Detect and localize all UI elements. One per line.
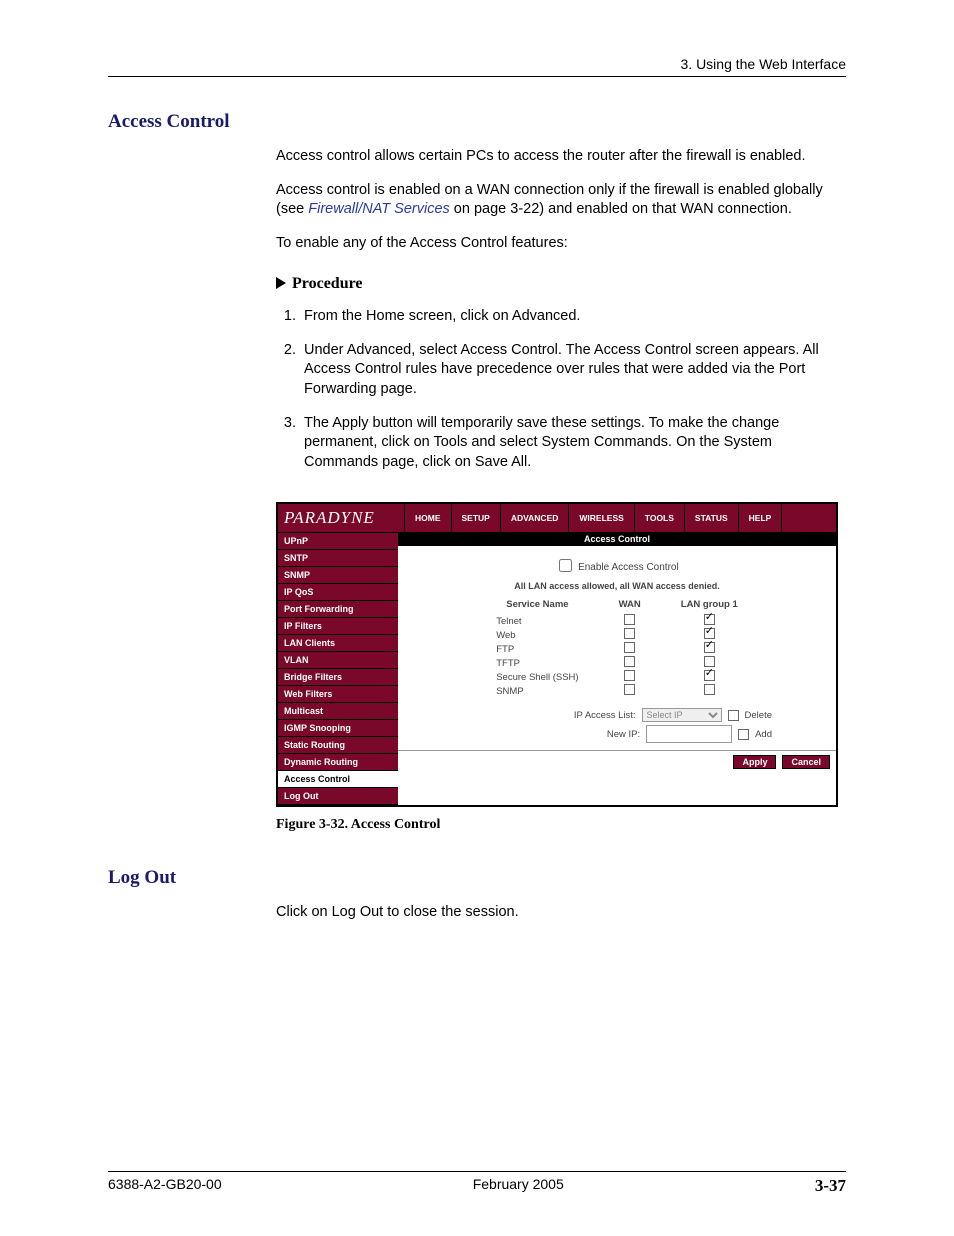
sidebar-item-web-filters[interactable]: Web Filters	[278, 685, 398, 702]
service-access-table: Service Name WAN LAN group 1 Telnet Web …	[476, 599, 758, 698]
text: on page 3-22) and enabled on that WAN co…	[450, 201, 792, 217]
service-name: Web	[476, 628, 598, 642]
brand-logo: PARADYNE	[278, 508, 404, 528]
step: Under Advanced, select Access Control. T…	[300, 341, 846, 400]
step: From the Home screen, click on Advanced.	[300, 307, 846, 327]
nav-tab-setup[interactable]: SETUP	[451, 504, 500, 532]
service-name: Secure Shell (SSH)	[476, 670, 598, 684]
top-nav-tabs: HOME SETUP ADVANCED WIRELESS TOOLS STATU…	[404, 504, 836, 532]
service-name: SNMP	[476, 684, 598, 698]
sidebar-nav: UPnP SNTP SNMP IP QoS Port Forwarding IP…	[278, 532, 398, 805]
table-row: Web	[476, 628, 758, 642]
table-row: FTP	[476, 642, 758, 656]
lan-checkbox[interactable]	[704, 656, 715, 667]
page-number: 3-37	[815, 1176, 846, 1196]
sidebar-item-static-routing[interactable]: Static Routing	[278, 736, 398, 753]
cancel-button[interactable]: Cancel	[782, 755, 830, 769]
lan-checkbox[interactable]	[704, 642, 715, 653]
section-heading-access-control: Access Control	[108, 111, 846, 133]
nav-tab-advanced[interactable]: ADVANCED	[500, 504, 569, 532]
figure-screenshot: PARADYNE HOME SETUP ADVANCED WIRELESS TO…	[276, 502, 838, 807]
sidebar-item-ip-filters[interactable]: IP Filters	[278, 617, 398, 634]
arrow-right-icon	[276, 277, 286, 289]
table-row: Telnet	[476, 614, 758, 628]
sidebar-item-igmp-snooping[interactable]: IGMP Snooping	[278, 719, 398, 736]
wan-checkbox[interactable]	[624, 684, 635, 695]
table-row: SNMP	[476, 684, 758, 698]
service-name: Telnet	[476, 614, 598, 628]
doc-date: February 2005	[473, 1176, 564, 1196]
lan-checkbox[interactable]	[704, 684, 715, 695]
nav-tab-home[interactable]: HOME	[404, 504, 451, 532]
paragraph: To enable any of the Access Control feat…	[276, 234, 846, 254]
sidebar-item-access-control[interactable]: Access Control	[278, 770, 398, 787]
crossref-link[interactable]: Firewall/NAT Services	[308, 201, 450, 217]
service-name: FTP	[476, 642, 598, 656]
col-wan: WAN	[599, 599, 661, 614]
wan-checkbox[interactable]	[624, 614, 635, 625]
sidebar-item-dynamic-routing[interactable]: Dynamic Routing	[278, 753, 398, 770]
procedure-steps: From the Home screen, click on Advanced.…	[276, 307, 846, 472]
add-label: Add	[755, 729, 772, 740]
chapter-breadcrumb: 3. Using the Web Interface	[108, 56, 846, 77]
table-row: TFTP	[476, 656, 758, 670]
wan-checkbox[interactable]	[624, 656, 635, 667]
sidebar-item-vlan[interactable]: VLAN	[278, 651, 398, 668]
apply-button[interactable]: Apply	[733, 755, 776, 769]
new-ip-input[interactable]	[646, 725, 732, 743]
sidebar-item-port-forwarding[interactable]: Port Forwarding	[278, 600, 398, 617]
panel-title: Access Control	[398, 532, 836, 546]
section-heading-log-out: Log Out	[108, 867, 846, 889]
delete-label: Delete	[745, 710, 772, 721]
nav-tab-wireless[interactable]: WIRELESS	[568, 504, 633, 532]
sidebar-item-log-out[interactable]: Log Out	[278, 787, 398, 805]
paragraph: Access control is enabled on a WAN conne…	[276, 181, 846, 220]
add-checkbox[interactable]	[738, 729, 749, 740]
procedure-heading: Procedure	[276, 275, 846, 293]
sidebar-item-lan-clients[interactable]: LAN Clients	[278, 634, 398, 651]
service-name: TFTP	[476, 656, 598, 670]
delete-checkbox[interactable]	[728, 710, 739, 721]
sidebar-item-snmp[interactable]: SNMP	[278, 566, 398, 583]
procedure-label: Procedure	[292, 275, 363, 292]
nav-tab-help[interactable]: HELP	[738, 504, 783, 532]
ip-access-list-label: IP Access List:	[546, 710, 636, 721]
access-status-message: All LAN access allowed, all WAN access d…	[406, 581, 828, 591]
sidebar-item-bridge-filters[interactable]: Bridge Filters	[278, 668, 398, 685]
lan-checkbox[interactable]	[704, 628, 715, 639]
figure-caption: Figure 3-32. Access Control	[276, 817, 846, 833]
page-footer: 6388-A2-GB20-00 February 2005 3-37	[108, 1171, 846, 1196]
wan-checkbox[interactable]	[624, 670, 635, 681]
lan-checkbox[interactable]	[704, 614, 715, 625]
table-row: Secure Shell (SSH)	[476, 670, 758, 684]
sidebar-item-ipqos[interactable]: IP QoS	[278, 583, 398, 600]
wan-checkbox[interactable]	[624, 628, 635, 639]
step: The Apply button will temporarily save t…	[300, 414, 846, 473]
col-service-name: Service Name	[476, 599, 598, 614]
sidebar-item-sntp[interactable]: SNTP	[278, 549, 398, 566]
sidebar-item-multicast[interactable]: Multicast	[278, 702, 398, 719]
paragraph: Access control allows certain PCs to acc…	[276, 147, 846, 167]
nav-tab-status[interactable]: STATUS	[684, 504, 738, 532]
new-ip-label: New IP:	[550, 729, 640, 740]
doc-id: 6388-A2-GB20-00	[108, 1176, 222, 1196]
paragraph: Click on Log Out to close the session.	[276, 903, 846, 923]
ip-access-list-select[interactable]: Select IP	[642, 708, 722, 722]
enable-access-control-checkbox[interactable]	[559, 559, 572, 572]
lan-checkbox[interactable]	[704, 670, 715, 681]
wan-checkbox[interactable]	[624, 642, 635, 653]
nav-tab-tools[interactable]: TOOLS	[634, 504, 684, 532]
sidebar-item-upnp[interactable]: UPnP	[278, 532, 398, 549]
enable-access-control-label: Enable Access Control	[578, 562, 679, 573]
